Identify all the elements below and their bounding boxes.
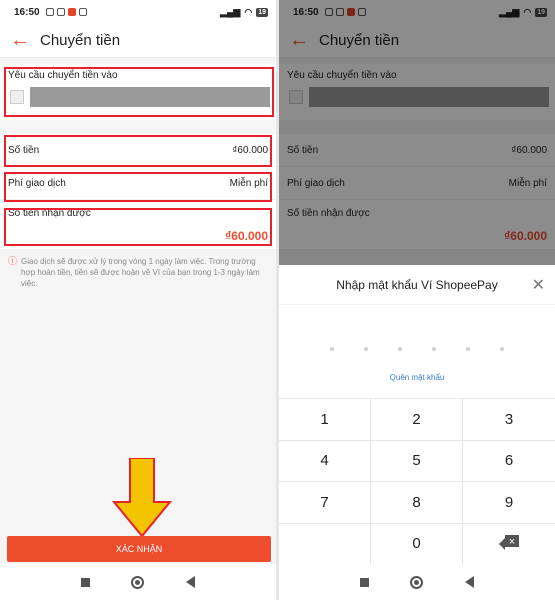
pin-dot <box>432 347 436 351</box>
pin-dot <box>466 347 470 351</box>
received-label: Số tiền nhận được <box>8 208 91 219</box>
details-section: Số tiền ₫60.000 Phí giao dịch Miễn phí S… <box>0 134 276 250</box>
key-1[interactable]: 1 <box>279 399 371 441</box>
android-nav-bar <box>279 564 555 600</box>
recents-icon[interactable] <box>359 577 369 587</box>
key-4[interactable]: 4 <box>279 440 371 482</box>
status-time: 16:50 <box>14 6 40 18</box>
pin-dot <box>364 347 368 351</box>
amount-row: Số tiền ₫60.000 <box>0 134 276 167</box>
redacted-account-bar <box>30 87 270 107</box>
status-bar: 16:50 ▂▄▆ ◠ 19 <box>0 0 276 24</box>
recents-icon[interactable] <box>80 577 90 587</box>
fee-value: Miễn phí <box>229 177 268 189</box>
android-nav-bar <box>0 564 276 600</box>
battery-icon: 19 <box>256 7 268 17</box>
note-text: Giao dịch sẽ được xử lý trong vòng 1 ngà… <box>21 257 260 288</box>
back-icon[interactable] <box>465 576 475 588</box>
request-checkbox[interactable] <box>10 90 24 104</box>
password-sheet: Nhập mật khẩu Ví ShopeePay ✕ Quên mật kh… <box>279 265 555 600</box>
key-3[interactable]: 3 <box>463 399 555 441</box>
signal-icon: ▂▄▆ <box>220 6 241 17</box>
down-arrow-icon <box>112 458 172 538</box>
key-7[interactable]: 7 <box>279 482 371 524</box>
processing-note: ⓘ Giao dịch sẽ được xử lý trong vòng 1 n… <box>0 250 276 295</box>
pin-dot <box>398 347 402 351</box>
confirm-button[interactable]: XÁC NHẬN <box>7 536 271 562</box>
request-label: Yêu cầu chuyển tiền vào <box>8 70 118 81</box>
fee-row: Phí giao dịch Miễn phí <box>0 167 276 200</box>
key-delete[interactable] <box>463 523 555 565</box>
key-8[interactable]: 8 <box>371 482 463 524</box>
request-section: Yêu cầu chuyển tiền vào <box>0 64 276 120</box>
close-icon[interactable]: ✕ <box>532 275 545 295</box>
pin-dot <box>330 347 334 351</box>
amount-label: Số tiền <box>8 144 40 156</box>
key-9[interactable]: 9 <box>463 482 555 524</box>
photo-icon <box>78 8 87 16</box>
home-icon[interactable] <box>410 575 424 589</box>
page-title: Chuyển tiền <box>40 32 121 49</box>
alarm-icon <box>56 8 65 16</box>
pin-dot <box>500 347 504 351</box>
key-5[interactable]: 5 <box>371 440 463 482</box>
sheet-title: Nhập mật khẩu Ví ShopeePay <box>336 277 498 292</box>
pin-dots <box>279 347 555 351</box>
app-notification-icon <box>67 8 76 16</box>
home-icon[interactable] <box>131 575 145 589</box>
backspace-icon <box>499 534 519 550</box>
notification-icon <box>45 8 54 16</box>
forgot-password-link[interactable]: Quên mật khẩu <box>279 373 555 382</box>
wifi-icon: ◠ <box>244 6 253 17</box>
key-0[interactable]: 0 <box>371 523 463 565</box>
sheet-header: Nhập mật khẩu Ví ShopeePay ✕ <box>279 265 555 305</box>
key-6[interactable]: 6 <box>463 440 555 482</box>
received-value: ₫60.000 <box>225 229 268 243</box>
back-icon[interactable] <box>186 576 196 588</box>
password-screen: 16:50 ▂▄▆ ◠ 19 ← Chuyển tiền Yêu cầu chu… <box>279 0 555 600</box>
info-icon: ⓘ <box>8 256 18 266</box>
app-bar: ← Chuyển tiền <box>0 24 276 58</box>
fee-label: Phí giao dịch <box>8 177 66 189</box>
amount-value: ₫60.000 <box>232 144 268 156</box>
transfer-screen: 16:50 ▂▄▆ ◠ 19 ← Chuyển tiền Yêu cầu chu… <box>0 0 276 600</box>
key-empty <box>279 523 371 565</box>
numeric-keypad: 1 2 3 4 5 6 7 8 9 0 <box>279 398 555 565</box>
key-2[interactable]: 2 <box>371 399 463 441</box>
received-row: Số tiền nhận được ₫60.000 <box>0 200 276 250</box>
arrow-left-icon[interactable]: ← <box>10 29 36 52</box>
